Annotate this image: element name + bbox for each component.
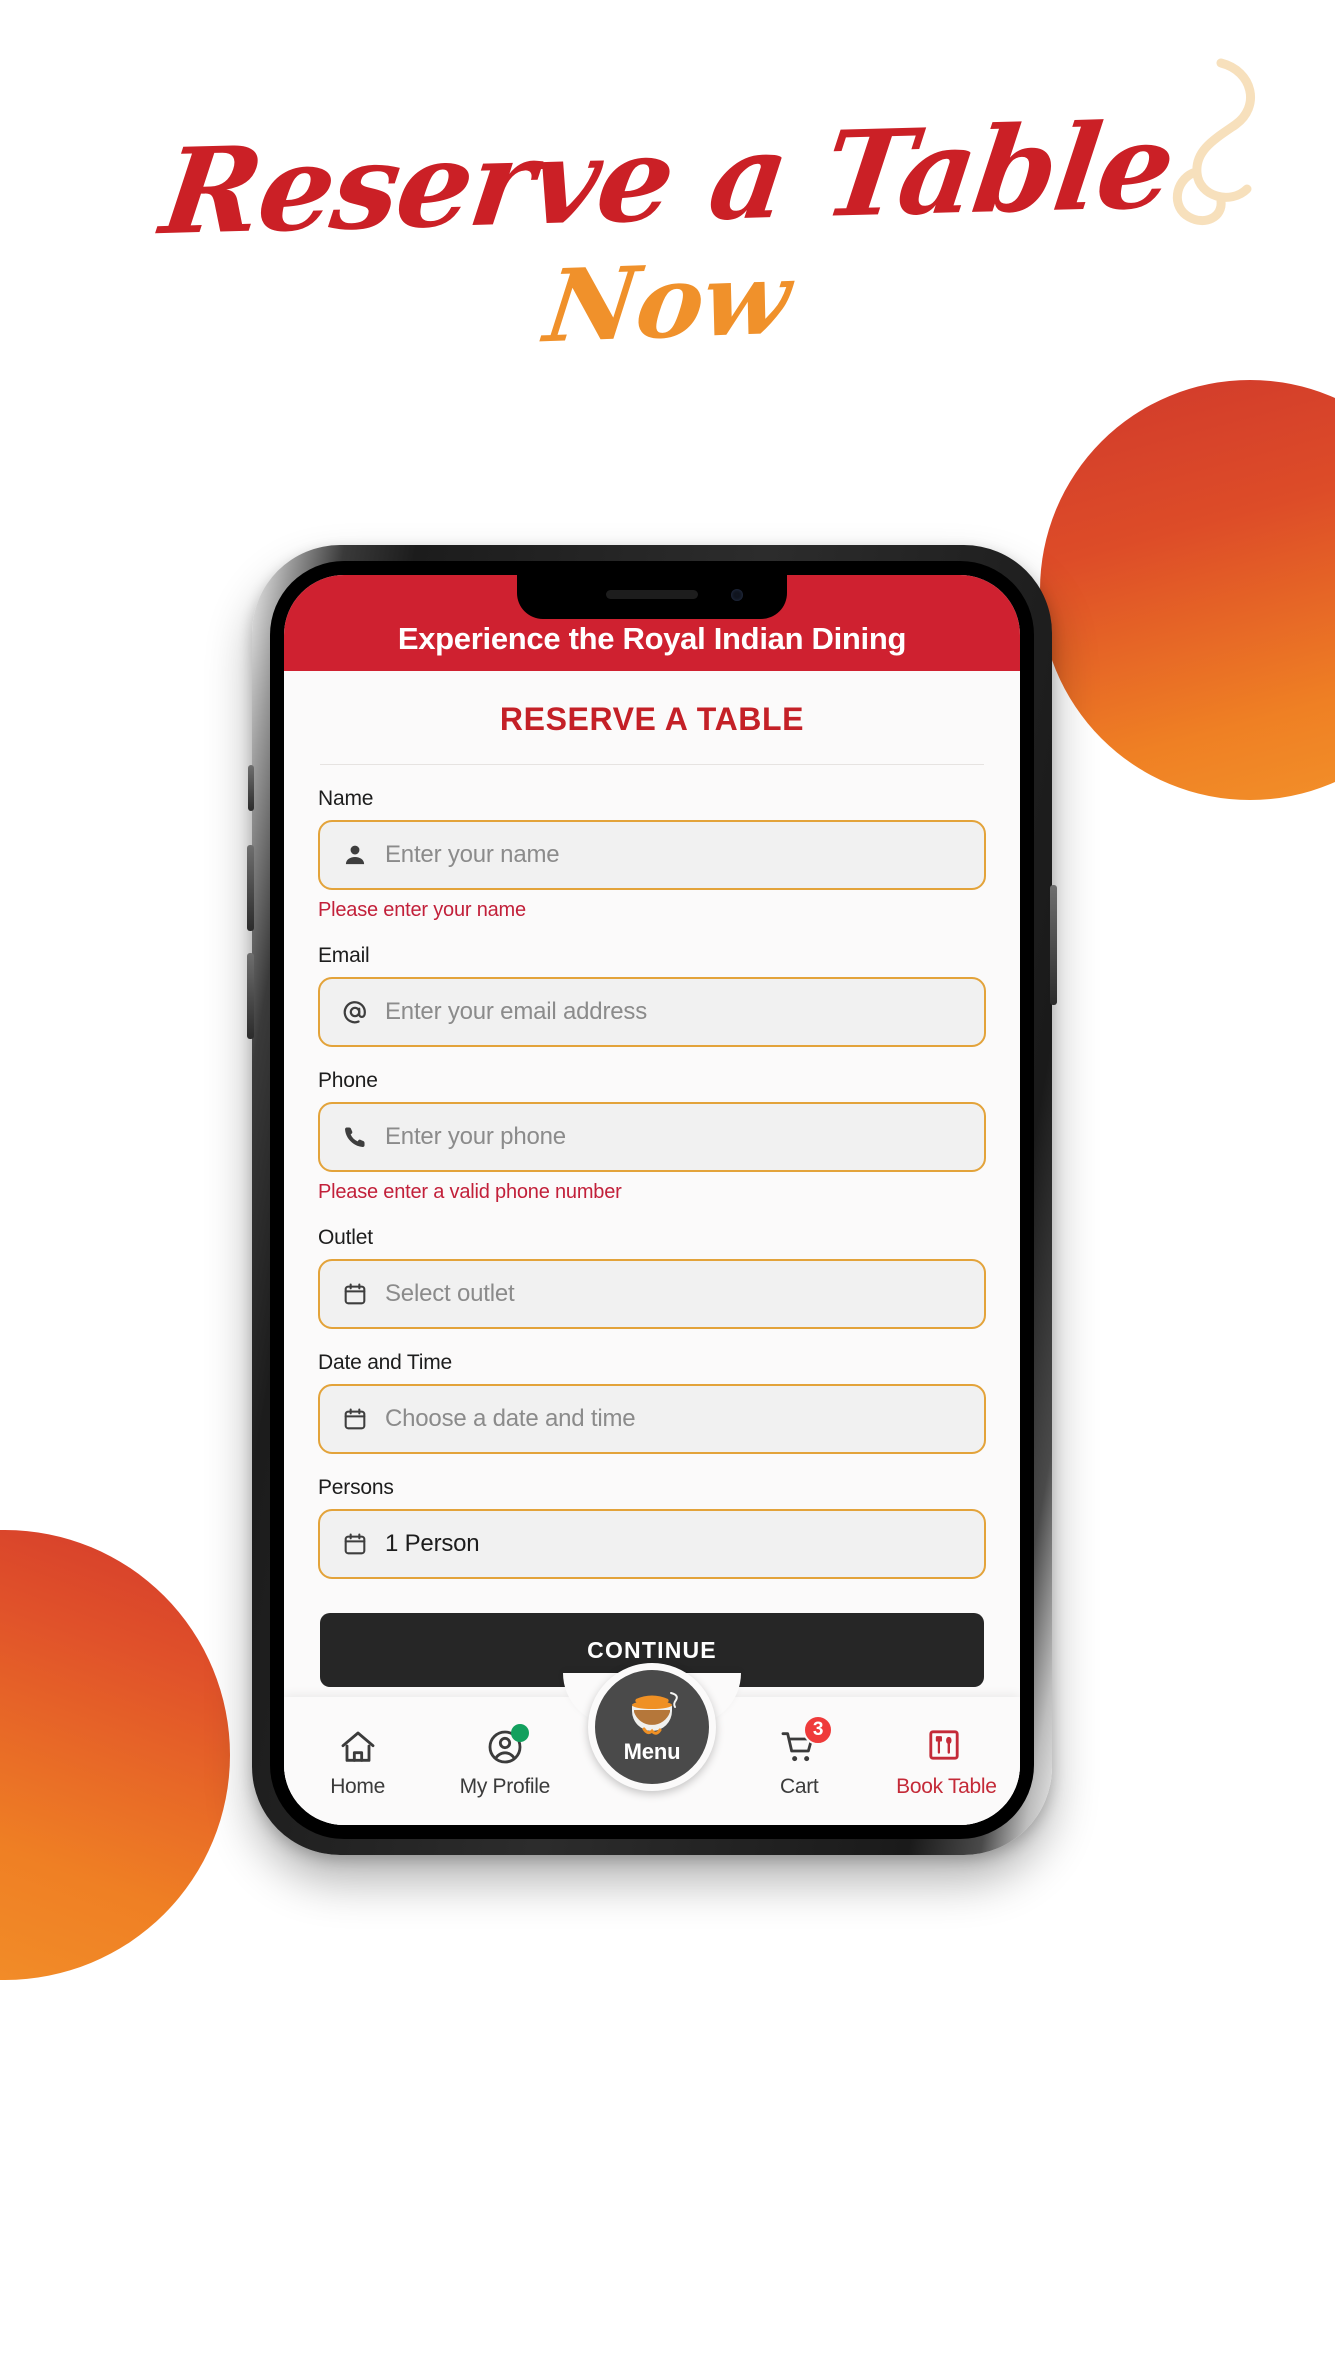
field-persons-label: Persons <box>318 1476 394 1499</box>
name-input-placeholder: Enter your name <box>385 841 560 868</box>
field-date-time-label: Date and Time <box>318 1351 452 1374</box>
cart-icon: 3 <box>779 1715 834 1767</box>
headline-line-2: Now <box>539 238 796 366</box>
phone-mockup: Experience the Royal Indian Dining RESER… <box>247 545 1057 1855</box>
reservation-form: Name Enter your name Please enter your n… <box>284 787 1020 1687</box>
nav-item-my-profile[interactable]: My Profile <box>431 1724 578 1799</box>
field-email-label: Email <box>318 944 370 967</box>
app-header-title: Experience the Royal Indian Dining <box>397 621 907 656</box>
headline-line-1: Reserve a Table <box>154 95 1181 262</box>
earpiece-speaker <box>606 590 698 599</box>
field-persons: Persons 1 Person <box>318 1476 986 1579</box>
menu-fab-button[interactable]: Menu <box>588 1663 716 1791</box>
calendar-icon <box>340 1404 370 1434</box>
field-phone-label: Phone <box>318 1069 378 1092</box>
field-name-label: Name <box>318 787 374 810</box>
home-icon <box>338 1727 378 1767</box>
name-error-message: Please enter your name <box>318 899 526 921</box>
date-time-picker[interactable]: Choose a date and time <box>318 1384 986 1454</box>
field-phone: Phone Enter your phone Please enter a va… <box>318 1069 986 1204</box>
nav-label-home: Home <box>330 1775 386 1798</box>
phone-power-button <box>1050 885 1057 1005</box>
biryani-pot-logo <box>620 1689 684 1737</box>
outlet-select[interactable]: Select outlet <box>318 1259 986 1329</box>
name-input[interactable]: Enter your name <box>318 820 986 890</box>
outlet-select-placeholder: Select outlet <box>385 1280 515 1307</box>
nav-label-book-table: Book Table <box>896 1775 997 1798</box>
nav-label-my-profile: My Profile <box>459 1775 551 1798</box>
poster-canvas: Reserve a Table Now Experience the Royal… <box>0 0 1335 2367</box>
steam-swirl-decoration <box>1172 58 1255 226</box>
nav-item-book-table[interactable]: Book Table <box>873 1727 1020 1799</box>
nav-item-home[interactable]: Home <box>284 1727 431 1799</box>
phone-input[interactable]: Enter your phone <box>318 1102 986 1172</box>
front-camera <box>731 589 743 601</box>
persons-select[interactable]: 1 Person <box>318 1509 986 1579</box>
email-input-placeholder: Enter your email address <box>385 998 647 1025</box>
email-input[interactable]: Enter your email address <box>318 977 986 1047</box>
nav-label-cart: Cart <box>779 1775 819 1798</box>
date-time-picker-placeholder: Choose a date and time <box>385 1405 636 1432</box>
decorative-circle-right <box>1040 380 1335 800</box>
phone-volume-down-button <box>247 953 254 1039</box>
phone-mute-switch <box>248 765 254 811</box>
at-sign-icon <box>340 997 370 1027</box>
nav-item-cart[interactable]: 3 Cart <box>726 1715 873 1799</box>
field-outlet-label: Outlet <box>318 1226 373 1249</box>
phone-icon <box>340 1122 370 1152</box>
calendar-icon <box>340 1279 370 1309</box>
persons-select-value: 1 Person <box>385 1530 480 1557</box>
field-name: Name Enter your name Please enter your n… <box>318 787 986 922</box>
phone-volume-up-button <box>247 845 254 931</box>
profile-status-badge <box>510 1724 529 1742</box>
field-date-time: Date and Time Choose a date and time <box>318 1351 986 1454</box>
menu-fab-label: Menu <box>623 1739 681 1764</box>
phone-input-placeholder: Enter your phone <box>385 1123 566 1150</box>
phone-notch <box>517 575 787 619</box>
person-icon <box>340 840 370 870</box>
phone-error-message: Please enter a valid phone number <box>318 1181 622 1203</box>
poster-headline: Reserve a Table Now <box>0 96 1335 365</box>
cart-item-count-badge: 3 <box>803 1715 834 1745</box>
decorative-circle-left <box>0 1530 230 1980</box>
field-email: Email Enter your email address <box>318 944 986 1047</box>
field-outlet: Outlet Select outlet <box>318 1226 986 1329</box>
phone-screen: Experience the Royal Indian Dining RESER… <box>284 575 1020 1825</box>
app-content: RESERVE A TABLE Name Enter your name Ple… <box>284 671 1020 1825</box>
page-title: RESERVE A TABLE <box>499 701 805 737</box>
title-divider <box>320 764 984 765</box>
calendar-icon <box>340 1529 370 1559</box>
user-circle-icon <box>485 1724 529 1767</box>
cutlery-box-icon <box>926 1727 966 1767</box>
